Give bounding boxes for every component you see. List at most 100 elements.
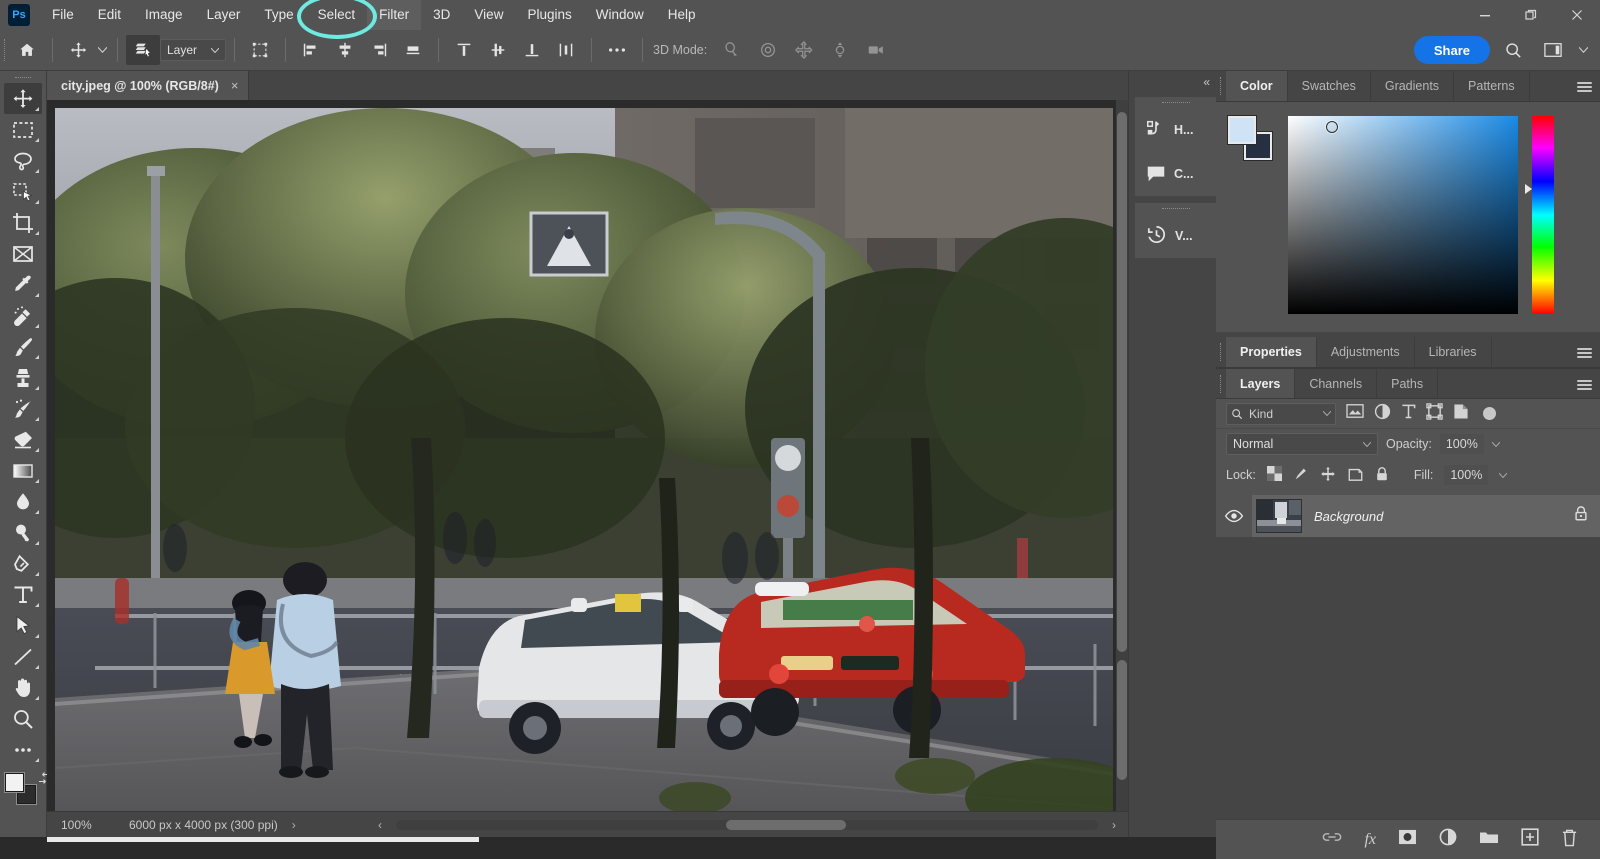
tab-channels[interactable]: Channels <box>1295 369 1378 398</box>
blend-mode-dropdown[interactable]: Normal <box>1226 433 1378 455</box>
hue-slider[interactable] <box>1525 116 1554 314</box>
fill-value[interactable]: 100% <box>1444 465 1489 485</box>
zoom-tool[interactable] <box>4 703 42 734</box>
new-group-icon[interactable] <box>1479 829 1499 850</box>
layer-row[interactable]: Background <box>1216 495 1600 537</box>
canvas-vertical-scroll-thumb[interactable] <box>1117 112 1127 652</box>
layers-panel-menu-icon[interactable] <box>1577 369 1592 400</box>
foreground-color-swatch[interactable] <box>5 773 24 792</box>
hue-slider-marker[interactable] <box>1525 184 1532 194</box>
tab-gradients[interactable]: Gradients <box>1370 71 1455 101</box>
opacity-value[interactable]: 100% <box>1439 434 1484 454</box>
comments-panel-button[interactable]: C... <box>1135 152 1217 196</box>
tab-swatches[interactable]: Swatches <box>1287 71 1371 101</box>
layer-visibility-eye-icon[interactable] <box>1216 509 1252 523</box>
properties-panel-menu-icon[interactable] <box>1577 337 1592 368</box>
more-options-button[interactable] <box>600 35 634 65</box>
distribute-bottom-edges-button[interactable] <box>515 35 549 65</box>
roll-3d-object-icon[interactable] <box>751 35 785 65</box>
tab-patterns[interactable]: Patterns <box>1454 71 1530 101</box>
version-history-panel-button[interactable]: V... <box>1135 214 1217 258</box>
menu-item-edit[interactable]: Edit <box>86 0 133 30</box>
lock-all-icon[interactable] <box>1375 466 1389 485</box>
frame-tool[interactable] <box>4 238 42 269</box>
menu-item-select[interactable]: Select <box>306 0 368 30</box>
canvas-vertical-scroll-thumb-lower[interactable] <box>1117 660 1127 780</box>
layer-lock-icon[interactable] <box>1574 505 1588 527</box>
pen-tool[interactable] <box>4 548 42 579</box>
adjustment-layer-filter-icon[interactable] <box>1374 403 1391 425</box>
hand-tool[interactable] <box>4 672 42 703</box>
eraser-tool[interactable] <box>4 424 42 455</box>
show-transform-controls-toggle[interactable] <box>243 35 277 65</box>
move-tool-preset-icon[interactable] <box>61 35 95 65</box>
menu-item-plugins[interactable]: Plugins <box>515 0 583 30</box>
menu-item-window[interactable]: Window <box>584 0 656 30</box>
layer-filter-kind-dropdown[interactable]: Kind <box>1226 402 1336 425</box>
menu-item-3d[interactable]: 3D <box>421 0 462 30</box>
histogram-panel-button[interactable]: H... <box>1135 108 1217 152</box>
menu-item-type[interactable]: Type <box>252 0 305 30</box>
menu-item-help[interactable]: Help <box>656 0 708 30</box>
edit-toolbar-button[interactable] <box>4 734 42 765</box>
clone-stamp-tool[interactable] <box>4 362 42 393</box>
crop-tool[interactable] <box>4 207 42 238</box>
auto-select-toggle[interactable] <box>126 35 160 65</box>
distribute-horizontal-centers-button[interactable] <box>549 35 583 65</box>
share-button[interactable]: Share <box>1413 36 1490 64</box>
marquee-tool[interactable] <box>4 114 42 145</box>
canvas-area[interactable] <box>47 100 1128 811</box>
dock-collapse-icon[interactable]: « <box>1203 75 1210 89</box>
lock-transparent-pixels-icon[interactable] <box>1266 466 1282 484</box>
align-left-edges-button[interactable] <box>294 35 328 65</box>
document-tab-city-jpeg[interactable]: city.jpeg @ 100% (RGB/8#) × <box>47 71 250 100</box>
new-adjustment-layer-icon[interactable] <box>1439 828 1457 851</box>
object-selection-tool[interactable] <box>4 176 42 207</box>
smart-object-filter-icon[interactable] <box>1453 403 1469 425</box>
horizontal-scroll-track[interactable] <box>396 820 1098 830</box>
delete-layer-icon[interactable] <box>1561 828 1578 852</box>
scroll-right-chevron-icon[interactable]: › <box>1112 818 1116 832</box>
align-right-edges-button[interactable] <box>362 35 396 65</box>
rotate-3d-object-icon[interactable] <box>715 35 749 65</box>
tab-color[interactable]: Color <box>1226 71 1288 101</box>
menu-item-view[interactable]: View <box>462 0 515 30</box>
blur-tool[interactable] <box>4 486 42 517</box>
layer-filter-toggle[interactable] <box>1483 407 1496 420</box>
tab-adjustments[interactable]: Adjustments <box>1316 337 1415 367</box>
move-tool[interactable] <box>4 83 42 114</box>
line-tool[interactable] <box>4 641 42 672</box>
add-layer-mask-icon[interactable] <box>1398 829 1417 850</box>
type-layer-filter-icon[interactable] <box>1401 403 1416 425</box>
restore-button[interactable] <box>1508 0 1554 30</box>
tab-properties[interactable]: Properties <box>1226 337 1317 367</box>
gradient-tool[interactable] <box>4 455 42 486</box>
tab-libraries[interactable]: Libraries <box>1414 337 1492 367</box>
tab-paths[interactable]: Paths <box>1377 369 1439 398</box>
layer-style-fx-label[interactable]: fx <box>1364 831 1376 849</box>
close-button[interactable] <box>1554 0 1600 30</box>
scale-3d-object-icon[interactable] <box>859 35 893 65</box>
align-horizontal-centers-button[interactable] <box>328 35 362 65</box>
pixel-layer-filter-icon[interactable] <box>1346 403 1364 424</box>
lock-position-icon[interactable] <box>1320 466 1336 485</box>
auto-select-layer-dropdown[interactable]: Layer <box>160 39 227 61</box>
color-panel-menu-icon[interactable] <box>1577 71 1592 102</box>
color-picker-field[interactable] <box>1288 116 1518 314</box>
layer-row-content[interactable]: Background <box>1252 495 1600 537</box>
canvas-horizontal-scrollbar[interactable]: ‹ › <box>368 812 1128 838</box>
link-layers-icon[interactable] <box>1322 830 1342 849</box>
healing-brush-tool[interactable] <box>4 300 42 331</box>
distribute-vertical-centers-button[interactable] <box>481 35 515 65</box>
menu-item-filter[interactable]: Filter <box>367 0 422 30</box>
path-selection-tool[interactable] <box>4 610 42 641</box>
tab-layers[interactable]: Layers <box>1226 369 1296 398</box>
zoom-level[interactable]: 100% <box>47 818 117 832</box>
lock-image-pixels-icon[interactable] <box>1293 466 1309 485</box>
home-button[interactable] <box>10 35 44 65</box>
move-tool-preset-chevron-down-icon[interactable] <box>95 47 109 53</box>
scroll-left-chevron-icon[interactable]: ‹ <box>378 818 382 832</box>
color-panel-foreground-swatch[interactable] <box>1227 115 1257 145</box>
horizontal-scroll-thumb[interactable] <box>726 820 846 830</box>
menu-item-layer[interactable]: Layer <box>195 0 253 30</box>
